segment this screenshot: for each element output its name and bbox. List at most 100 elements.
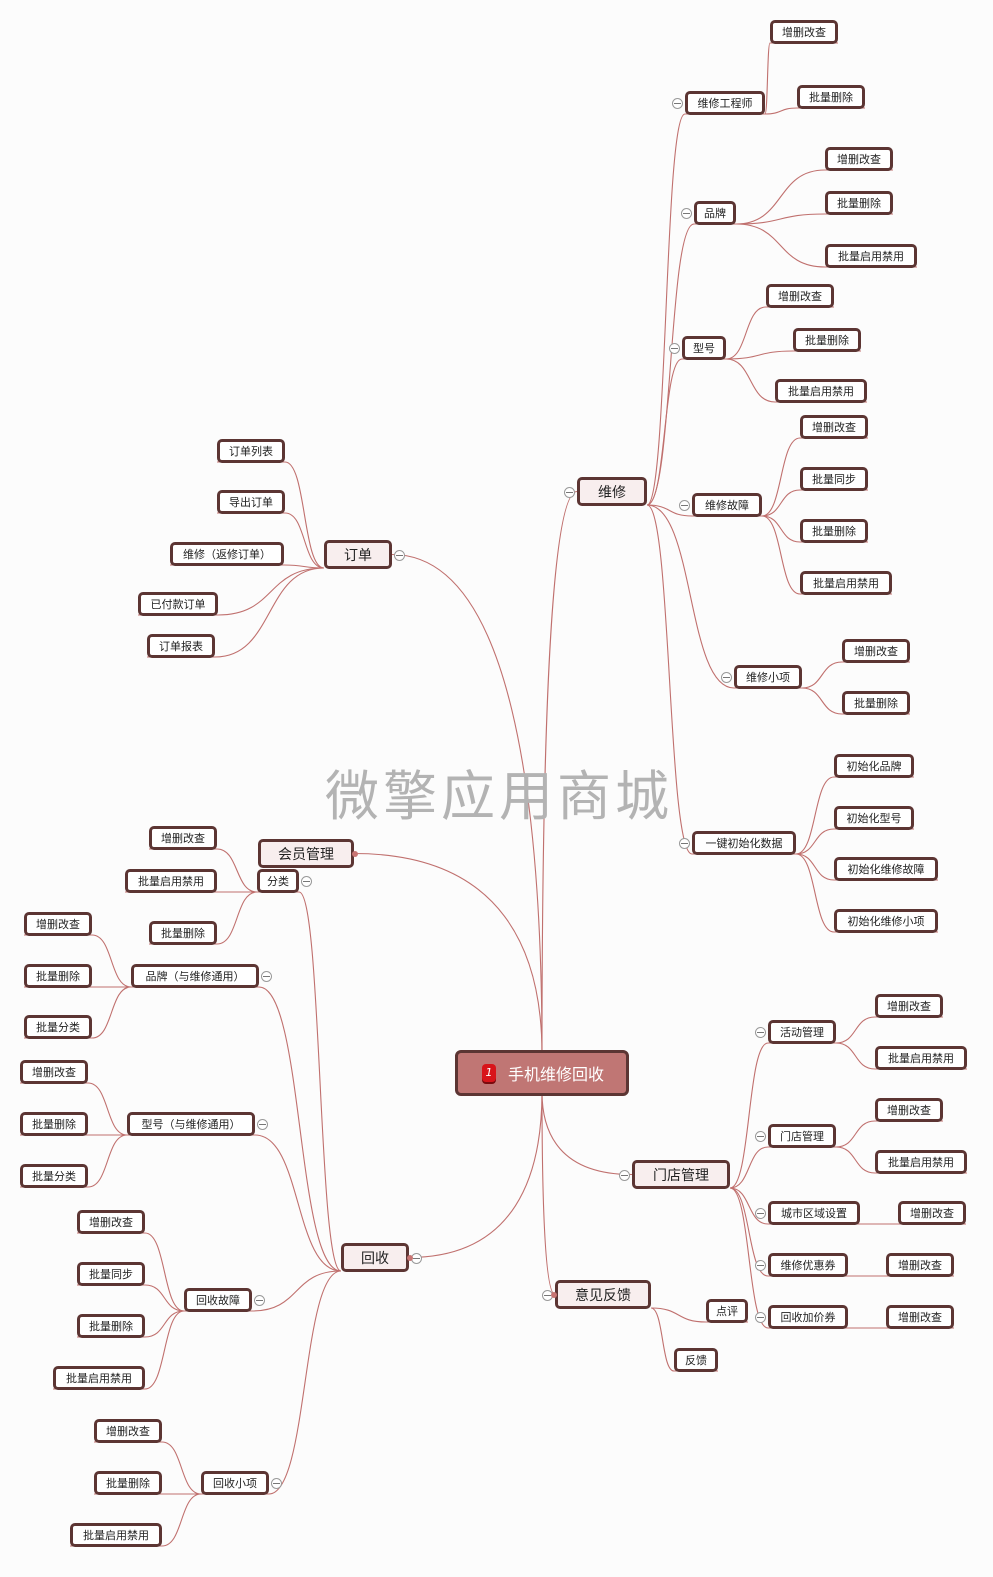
main-topic[interactable]: 意见反馈 (555, 1280, 651, 1309)
leaf-topic[interactable]: 批量启用禁用 (53, 1366, 145, 1390)
subtopic[interactable]: 已付款订单 (138, 592, 218, 616)
collapse-toggle-icon[interactable] (271, 1478, 282, 1489)
leaf-topic[interactable]: 批量启用禁用 (875, 1046, 967, 1070)
leaf-topic[interactable]: 批量删除 (797, 85, 865, 109)
collapse-toggle-icon[interactable] (564, 486, 575, 498)
leaf-topic[interactable]: 批量同步 (77, 1262, 145, 1286)
root-topic-label: 手机维修回收 (507, 1065, 604, 1084)
collapse-toggle-icon[interactable] (301, 876, 312, 887)
leaf-topic[interactable]: 增删改查 (77, 1210, 145, 1234)
main-topic[interactable]: 维修 (577, 477, 647, 506)
collapse-toggle-icon[interactable] (755, 1027, 766, 1038)
collapse-toggle-icon[interactable] (755, 1131, 766, 1142)
subtopic[interactable]: 分类 (257, 869, 299, 893)
collapse-toggle-icon[interactable] (669, 343, 680, 354)
leaf-topic[interactable]: 批量启用禁用 (875, 1150, 967, 1174)
leaf-topic[interactable]: 初始化维修小项 (834, 909, 938, 933)
subtopic[interactable]: 维修故障 (692, 493, 762, 517)
subtopic[interactable]: 维修（返修订单） (170, 542, 284, 566)
collapse-toggle-icon[interactable] (257, 1119, 268, 1130)
subtopic[interactable]: 活动管理 (768, 1020, 836, 1044)
leaf-topic[interactable]: 批量删除 (24, 964, 92, 988)
collapse-toggle-icon[interactable] (619, 1169, 630, 1181)
topic-label: 批量启用禁用 (138, 875, 204, 888)
leaf-topic[interactable]: 增删改查 (20, 1060, 88, 1084)
collapse-toggle-icon[interactable] (679, 838, 690, 849)
leaf-topic[interactable]: 批量分类 (20, 1164, 88, 1188)
leaf-topic[interactable]: 批量启用禁用 (125, 869, 217, 893)
topic-label: 增删改查 (32, 1066, 76, 1079)
leaf-topic[interactable]: 批量分类 (24, 1015, 92, 1039)
collapse-toggle-icon[interactable] (755, 1208, 766, 1219)
collapse-toggle-icon[interactable] (755, 1312, 766, 1323)
subtopic[interactable]: 一键初始化数据 (692, 831, 796, 855)
subtopic[interactable]: 城市区域设置 (768, 1201, 860, 1225)
branch-connector (801, 661, 910, 689)
subtopic[interactable]: 导出订单 (217, 490, 285, 514)
subtopic[interactable]: 品牌 (694, 201, 736, 225)
topic-label: 初始化维修故障 (847, 863, 925, 876)
leaf-topic[interactable]: 批量删除 (149, 921, 217, 945)
leaf-topic[interactable]: 批量删除 (825, 191, 893, 215)
collapse-toggle-icon[interactable] (721, 672, 732, 683)
leaf-topic[interactable]: 增删改查 (149, 826, 217, 850)
leaf-topic[interactable]: 批量删除 (20, 1112, 88, 1136)
leaf-topic[interactable]: 批量删除 (793, 328, 861, 352)
main-topic[interactable]: 回收 (341, 1243, 409, 1272)
collapse-toggle-icon[interactable] (672, 98, 683, 109)
leaf-topic[interactable]: 增删改查 (766, 284, 834, 308)
main-topic[interactable]: 会员管理 (258, 839, 354, 868)
subtopic[interactable]: 反馈 (674, 1348, 718, 1372)
collapse-toggle-icon[interactable] (681, 208, 692, 219)
subtopic[interactable]: 订单报表 (147, 634, 215, 658)
connector-dot (352, 850, 358, 857)
leaf-topic[interactable]: 批量启用禁用 (825, 244, 917, 268)
main-topic[interactable]: 订单 (324, 540, 392, 569)
leaf-topic[interactable]: 增删改查 (886, 1305, 954, 1329)
subtopic[interactable]: 型号 (682, 336, 726, 360)
collapse-toggle-icon[interactable] (254, 1295, 265, 1306)
leaf-topic[interactable]: 初始化型号 (834, 806, 914, 830)
leaf-topic[interactable]: 增删改查 (770, 20, 838, 44)
subtopic[interactable]: 回收故障 (184, 1288, 252, 1312)
leaf-topic[interactable]: 批量删除 (77, 1314, 145, 1338)
subtopic[interactable]: 维修小项 (734, 665, 802, 689)
root-topic[interactable]: 1 手机维修回收 (455, 1050, 629, 1096)
topic-label: 增删改查 (854, 645, 898, 658)
collapse-toggle-icon[interactable] (394, 549, 405, 561)
subtopic[interactable]: 型号（与维修通用） (127, 1112, 255, 1136)
leaf-topic[interactable]: 批量同步 (800, 467, 868, 491)
subtopic[interactable]: 维修优惠券 (768, 1253, 848, 1277)
leaf-topic[interactable]: 批量删除 (800, 519, 868, 543)
collapse-toggle-icon[interactable] (261, 971, 272, 982)
leaf-topic[interactable]: 增删改查 (842, 639, 910, 663)
subtopic[interactable]: 订单列表 (217, 439, 285, 463)
leaf-topic[interactable]: 增删改查 (24, 912, 92, 936)
leaf-topic[interactable]: 批量启用禁用 (800, 571, 892, 595)
leaf-topic[interactable]: 初始化维修故障 (834, 857, 938, 881)
main-topic[interactable]: 门店管理 (632, 1160, 730, 1189)
leaf-topic[interactable]: 增删改查 (886, 1253, 954, 1277)
leaf-topic[interactable]: 增删改查 (94, 1419, 162, 1443)
leaf-topic[interactable]: 批量删除 (842, 691, 910, 715)
leaf-topic[interactable]: 批量启用禁用 (775, 379, 867, 403)
topic-label: 回收故障 (196, 1294, 240, 1307)
subtopic[interactable]: 品牌（与维修通用） (131, 964, 259, 988)
leaf-topic[interactable]: 批量启用禁用 (70, 1523, 162, 1547)
subtopic[interactable]: 回收小项 (201, 1471, 269, 1495)
branch-connector (835, 1016, 943, 1044)
leaf-topic[interactable]: 批量删除 (94, 1471, 162, 1495)
leaf-topic[interactable]: 初始化品牌 (834, 754, 914, 778)
subtopic[interactable]: 回收加价券 (768, 1305, 848, 1329)
leaf-topic[interactable]: 增删改查 (875, 994, 943, 1018)
leaf-topic[interactable]: 增删改查 (898, 1201, 966, 1225)
collapse-toggle-icon[interactable] (679, 500, 690, 511)
subtopic[interactable]: 点评 (706, 1299, 748, 1323)
collapse-toggle-icon[interactable] (755, 1260, 766, 1271)
topic-label: 增删改查 (837, 153, 881, 166)
leaf-topic[interactable]: 增删改查 (875, 1098, 943, 1122)
subtopic[interactable]: 维修工程师 (685, 91, 765, 115)
leaf-topic[interactable]: 增删改查 (825, 147, 893, 171)
leaf-topic[interactable]: 增删改查 (800, 415, 868, 439)
subtopic[interactable]: 门店管理 (768, 1124, 836, 1148)
